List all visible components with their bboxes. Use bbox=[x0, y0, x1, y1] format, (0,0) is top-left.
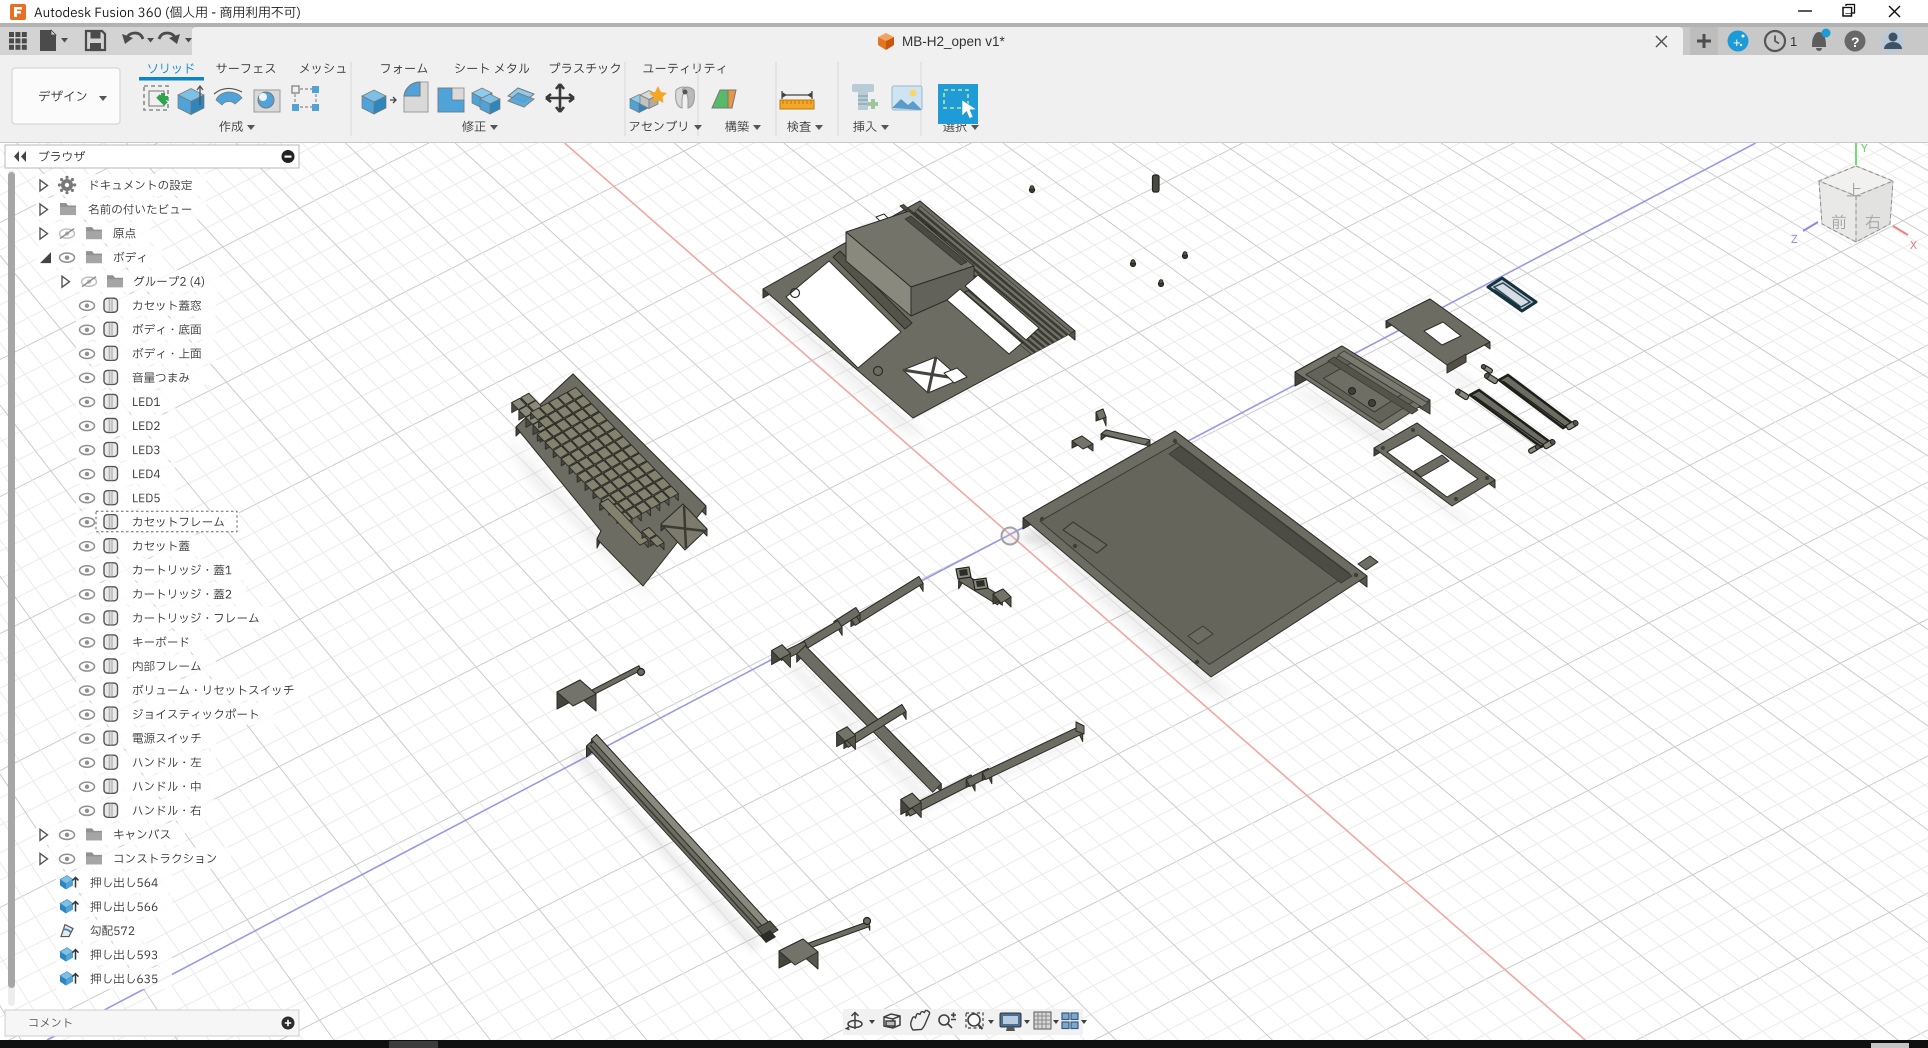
svg-text:1: 1 bbox=[1790, 34, 1797, 49]
svg-text:+: + bbox=[1733, 35, 1741, 50]
svg-text:MB-H2_open v1*: MB-H2_open v1* bbox=[902, 34, 1006, 49]
svg-text:?: ? bbox=[1851, 34, 1860, 50]
